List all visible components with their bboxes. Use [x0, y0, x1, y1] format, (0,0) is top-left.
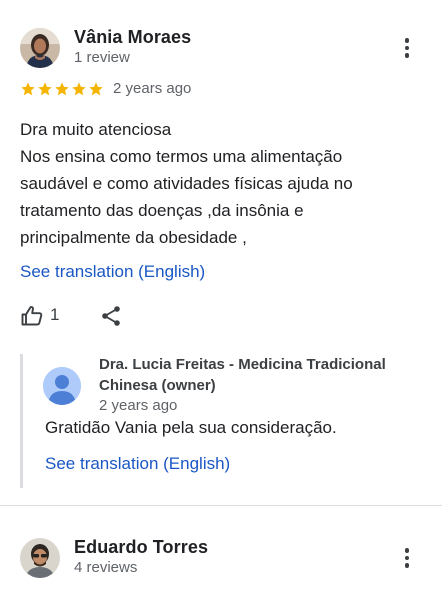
review-text-line: Dra muito atenciosa [20, 120, 172, 139]
star-icon [89, 82, 103, 96]
default-avatar-icon [43, 367, 81, 405]
review-card: Vânia Moraes 1 review 2 years ago Dra mu… [0, 0, 442, 505]
share-button[interactable] [99, 302, 123, 330]
thumb-up-icon [21, 306, 43, 326]
owner-reply-date: 2 years ago [99, 397, 178, 414]
star-icon [38, 82, 52, 96]
avatar-photo [20, 28, 60, 68]
review-card: Eduardo Torres 4 reviews [0, 511, 442, 589]
more-vert-icon [404, 38, 410, 43]
review-text-line: principalmente da obesidade , [20, 228, 247, 247]
star-icon [55, 82, 69, 96]
reviewer-name[interactable]: Vânia Moraes [74, 27, 191, 48]
like-count: 1 [50, 305, 60, 324]
reviewer-review-count[interactable]: 4 reviews [74, 559, 137, 576]
owner-see-translation-link[interactable]: See translation (English) [45, 454, 230, 474]
review-divider [0, 505, 442, 506]
review-text-line: saudável e como atividades físicas ajuda… [20, 174, 353, 193]
owner-name: Dra. Lucia Freitas - Medicina Tradiciona… [99, 356, 386, 394]
avatar[interactable] [20, 28, 60, 68]
like-button[interactable]: 1 [20, 302, 64, 330]
review-text-line: Nos ensina como termos uma alimentação [20, 147, 343, 166]
star-icon [72, 82, 86, 96]
owner-reply-text: Gratidão Vania pela sua consideração. [45, 418, 337, 437]
reviewer-review-count[interactable]: 1 review [74, 49, 130, 66]
star-icon [21, 82, 35, 96]
review-date: 2 years ago [113, 80, 192, 97]
see-translation-link[interactable]: See translation (English) [20, 262, 205, 282]
avatar-photo [20, 538, 60, 578]
owner-response: Dra. Lucia Freitas - Medicina Tradiciona… [20, 354, 420, 488]
more-options-button[interactable] [395, 543, 419, 573]
reviewer-name[interactable]: Eduardo Torres [74, 537, 208, 558]
more-options-button[interactable] [395, 33, 419, 63]
review-actions: 1 [20, 302, 140, 330]
star-rating [20, 81, 104, 97]
more-vert-icon [404, 548, 410, 553]
share-icon [102, 306, 120, 326]
avatar[interactable] [20, 538, 60, 578]
review-text: Dra muito atenciosa Nos ensina como term… [20, 116, 420, 251]
review-text-line: tratamento das doenças ,da insônia e [20, 201, 304, 220]
owner-avatar [43, 367, 81, 405]
